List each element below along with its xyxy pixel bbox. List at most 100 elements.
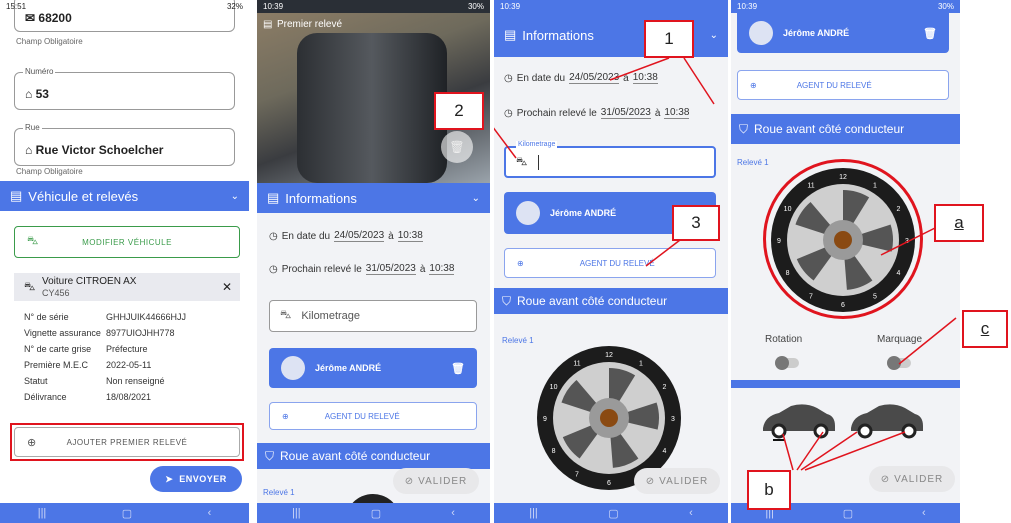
detail-row: Première M.E.C 2022-05-11 xyxy=(24,360,151,370)
date-input[interactable]: 24/05/2023 xyxy=(569,72,620,84)
vehicle-card-header: ⛍ Voiture CITROEN AX CY456 ✕ xyxy=(14,273,240,301)
validate-button[interactable]: ⊘ VALIDER xyxy=(393,468,479,494)
wheel-number[interactable]: 11 xyxy=(573,361,580,368)
clock: 15:51 xyxy=(6,2,27,11)
detail-value: GHHJUIK44666HJJ xyxy=(106,312,187,322)
rotation-toggle[interactable] xyxy=(775,356,799,370)
plus-circle-icon: ⊕ xyxy=(517,258,524,268)
car-position-icons xyxy=(763,404,923,441)
home-nav-icon[interactable]: ▢ xyxy=(122,507,132,520)
back-icon[interactable]: ‹ xyxy=(689,507,693,519)
trash-icon[interactable]: 🗑 xyxy=(451,362,465,375)
rue-field[interactable]: Rue ⌂ Rue Victor Schoelcher xyxy=(14,123,235,166)
clock: 10:39 xyxy=(263,2,284,11)
time-input[interactable]: 10:38 xyxy=(632,72,658,84)
detail-row: Délivrance 18/08/2021 xyxy=(24,392,151,402)
agent-card: Jérôme ANDRÉ 🗑 xyxy=(737,13,949,53)
chevron-down-icon: ⌄ xyxy=(709,29,718,41)
next-time-input[interactable]: 10:38 xyxy=(664,107,690,119)
numero-field[interactable]: Numéro ⌂ 53 xyxy=(14,67,235,110)
next-date-input[interactable]: 31/05/2023 xyxy=(365,263,416,275)
detail-row: Statut Non renseigné xyxy=(24,376,165,386)
detail-value: Non renseigné xyxy=(106,376,165,386)
car-icon: ⛍ xyxy=(24,281,36,293)
battery-status: 30% xyxy=(467,2,484,11)
date-line: ◷ En date du 24/05/2023 à 10:38 xyxy=(269,230,423,242)
chevron-down-icon: ⌄ xyxy=(230,190,239,202)
agent-button[interactable]: ⊕ AGENT DU RELEVÉ xyxy=(269,402,477,430)
avatar xyxy=(516,201,540,225)
detail-key: Première M.E.C xyxy=(24,360,89,370)
document-icon: ▤ xyxy=(10,188,23,203)
marquage-toggle[interactable] xyxy=(887,356,911,370)
validate-button[interactable]: ⊘ VALIDER xyxy=(869,466,955,492)
screen-wheel: 10:39 30% Jérôme ANDRÉ 🗑 ⊕ AGENT DU RELEVÉ… xyxy=(731,0,960,523)
home-nav-icon[interactable]: ▢ xyxy=(843,507,853,520)
back-icon[interactable]: ‹ xyxy=(922,507,926,519)
wheel-number[interactable]: 10 xyxy=(550,384,558,391)
close-icon[interactable]: ✕ xyxy=(222,280,232,294)
section-divider xyxy=(731,380,960,388)
callout-a: a xyxy=(934,204,984,242)
delete-photo-button[interactable]: 🗑 xyxy=(441,131,473,163)
wheel-number[interactable]: 12 xyxy=(605,352,613,359)
wheel-number[interactable]: 4 xyxy=(662,448,666,455)
clock: 10:39 xyxy=(500,2,521,11)
modify-vehicle-button[interactable]: ⛍ MODIFIER VÉHICULE xyxy=(14,226,240,258)
callout-b: b xyxy=(747,470,791,510)
callout-2: 2 xyxy=(434,92,484,130)
detail-row: N° de série GHHJUIK44666HJJ xyxy=(24,312,186,322)
wheel-number[interactable]: 9 xyxy=(543,416,547,423)
home-nav-icon[interactable]: ▢ xyxy=(371,507,381,520)
time-input[interactable]: 10:38 xyxy=(397,230,423,242)
trash-icon[interactable]: 🗑 xyxy=(923,27,937,40)
battery-status: 32% xyxy=(226,2,243,11)
status-bar: 10:39 xyxy=(494,0,728,13)
chevron-down-icon: ⌄ xyxy=(471,192,480,204)
avatar xyxy=(749,21,773,45)
vehicle-section-header[interactable]: ▤ Véhicule et relevés ⌄ xyxy=(0,181,249,211)
recents-icon[interactable]: ||| xyxy=(292,507,301,519)
status-bar: 10:39 30% xyxy=(731,0,960,13)
wheel-number[interactable]: 6 xyxy=(607,480,611,487)
check-circle-icon: ⊘ xyxy=(404,475,415,487)
reading-label: Relevé 1 xyxy=(737,158,769,167)
agent-button[interactable]: ⊕ AGENT DU RELEVÉ xyxy=(504,248,716,278)
clock: 10:39 xyxy=(737,2,758,11)
send-button[interactable]: ➤ ENVOYER xyxy=(150,466,242,492)
screen-informations: 10:39 ▤ Informations ⌄ ◷ En date du 24/05… xyxy=(494,0,728,523)
wheel-number[interactable]: 7 xyxy=(575,471,579,478)
validate-button[interactable]: ⊘ VALIDER xyxy=(634,468,720,494)
recents-icon[interactable]: ||| xyxy=(529,507,538,519)
screen-vehicle: 15:51 32% ✉ 68200 Champ Obligatoire Numér… xyxy=(0,0,249,523)
back-icon[interactable]: ‹ xyxy=(451,507,455,519)
hub-center xyxy=(600,409,618,427)
detail-value: 2022-05-11 xyxy=(106,360,152,370)
home-nav-icon[interactable]: ▢ xyxy=(608,507,618,520)
info-section-header[interactable]: ▤ Informations ⌄ xyxy=(257,183,490,213)
clock-icon: ◷ xyxy=(269,230,278,242)
android-nav-bar: ||| ▢ ‹ xyxy=(257,503,490,523)
reading-label: Relevé 1 xyxy=(502,336,534,345)
wheel-number[interactable]: 3 xyxy=(671,416,675,423)
date-input[interactable]: 24/05/2023 xyxy=(334,230,385,242)
clock-icon: ◷ xyxy=(504,72,513,84)
marquage-label: Marquage xyxy=(877,334,923,345)
agent-button[interactable]: ⊕ AGENT DU RELEVÉ xyxy=(737,70,949,100)
km-input[interactable]: ⛍ Kilometrage xyxy=(269,300,477,332)
wheel-number[interactable]: 8 xyxy=(552,448,556,455)
detail-row: N° de carte grise Préfecture xyxy=(24,344,148,354)
date-line: ◷ En date du 24/05/2023 à 10:38 xyxy=(504,72,658,84)
back-icon[interactable]: ‹ xyxy=(208,507,212,519)
recents-icon[interactable]: ||| xyxy=(38,507,47,519)
next-time-input[interactable]: 10:38 xyxy=(429,263,455,275)
km-input-focused[interactable]: Kilometrage ⛍ xyxy=(504,141,716,178)
callout-1: 1 xyxy=(644,20,694,58)
wheel-number[interactable]: 1 xyxy=(639,361,643,368)
wheel-number[interactable]: 2 xyxy=(662,384,666,391)
wheel-section-header: ⛉ Roue avant côté conducteur xyxy=(257,443,490,469)
car-icon: ⛍ xyxy=(516,156,528,168)
screen-first-reading: 10:39 30% ▤ Premier relevé 🗑 ▤ Informatio… xyxy=(257,0,490,523)
detail-key: N° de série xyxy=(24,312,69,322)
next-date-input[interactable]: 31/05/2023 xyxy=(600,107,651,119)
